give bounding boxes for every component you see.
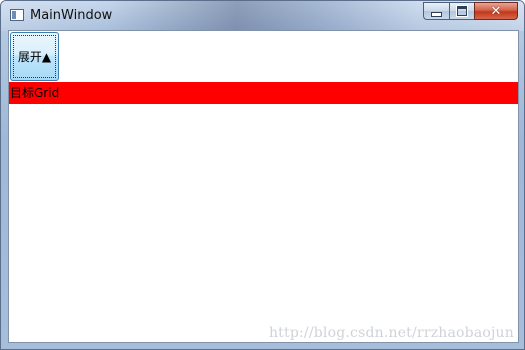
watermark-text: http://blog.csdn.net/rrzhaobaojun bbox=[268, 325, 514, 341]
window-title: MainWindow bbox=[30, 8, 113, 23]
close-icon: ✕ bbox=[490, 3, 502, 19]
main-window: MainWindow ✕ 展开▲ 目标Grid http://blog.csdn… bbox=[0, 0, 525, 350]
expand-button[interactable]: 展开▲ bbox=[10, 32, 59, 81]
title-bar[interactable]: MainWindow ✕ bbox=[1, 1, 524, 31]
target-grid-label: 目标Grid bbox=[10, 86, 60, 100]
caption-buttons: ✕ bbox=[423, 2, 518, 21]
expand-button-label: 展开▲ bbox=[17, 50, 52, 64]
close-button[interactable]: ✕ bbox=[474, 2, 518, 20]
maximize-button[interactable] bbox=[449, 2, 474, 20]
target-grid: 目标Grid bbox=[9, 82, 518, 104]
app-window-icon[interactable] bbox=[10, 9, 24, 21]
minimize-button[interactable] bbox=[423, 2, 449, 20]
client-area: 展开▲ 目标Grid http://blog.csdn.net/rrzhaoba… bbox=[8, 30, 519, 343]
minimize-icon bbox=[431, 11, 442, 17]
maximize-icon bbox=[456, 5, 468, 17]
